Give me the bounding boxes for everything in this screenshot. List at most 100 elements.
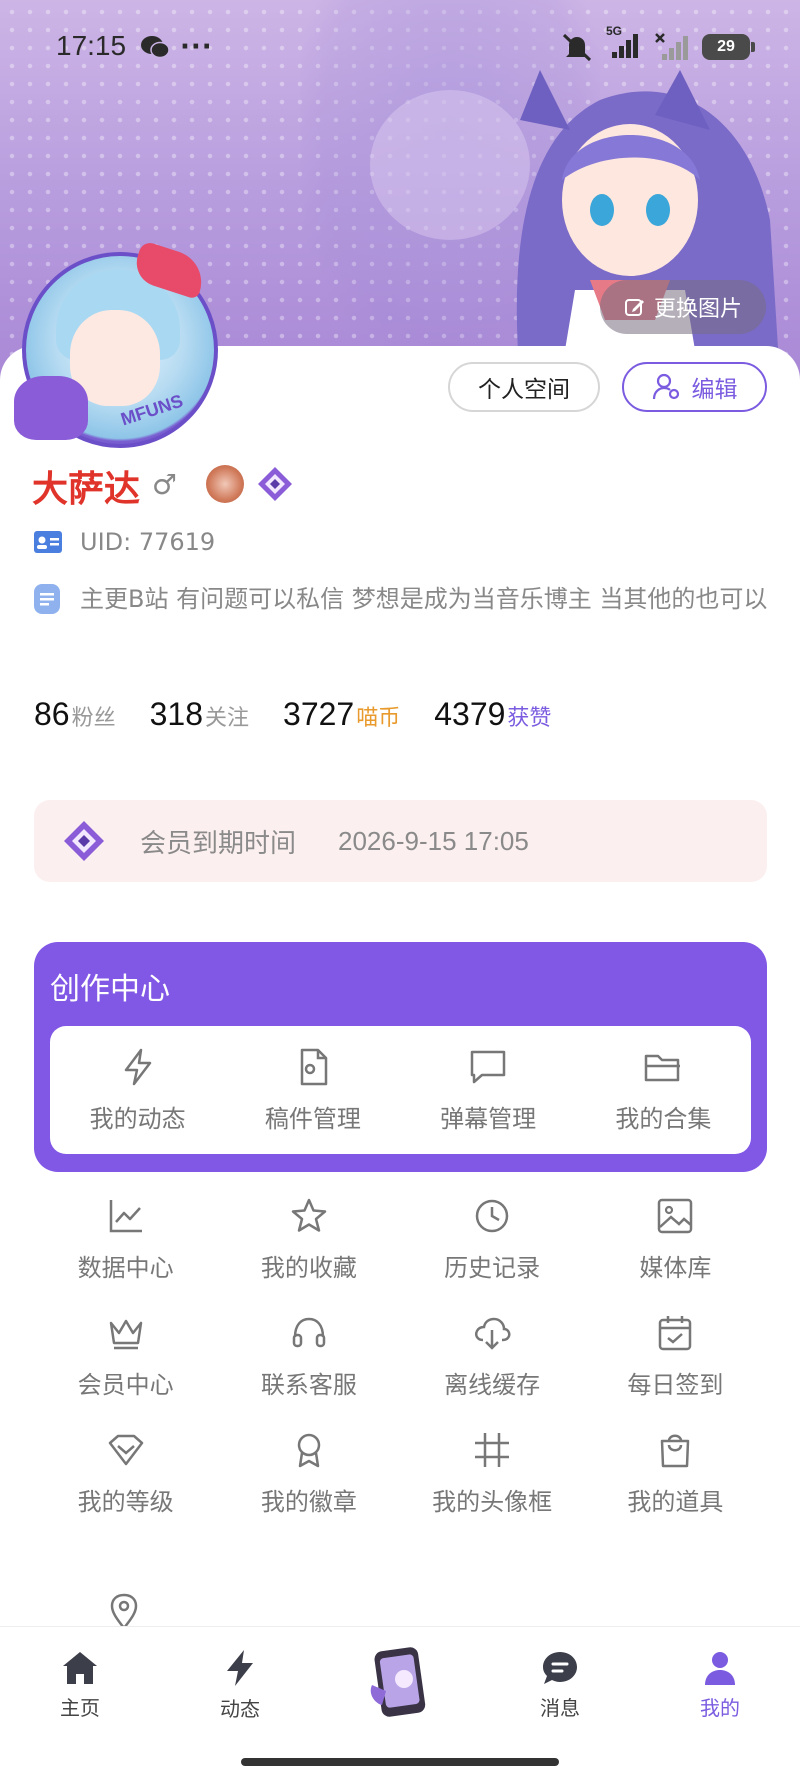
calendar-check-icon [659,1316,692,1351]
home-icon [63,1652,97,1684]
username: 大萨达 [32,469,141,510]
diamond-icon [108,1434,143,1466]
menu-item-my-badges[interactable]: 我的徽章 [217,1430,400,1517]
bottom-nav: 主页 动态 消息 我的 [0,1626,800,1744]
stat-label: 获赞 [507,706,552,731]
stat-following[interactable]: 318 关注 [150,696,249,733]
chart-icon [109,1200,142,1233]
menu-item-vip-center[interactable]: 会员中心 [34,1313,217,1400]
creator-item-collections[interactable]: 我的合集 [576,1026,751,1154]
bio-text: 主更B站 有问题可以私信 梦想是成为当音乐博主 当其他的也可以 [80,585,768,613]
creator-center-title: 创作中心 [50,972,170,1007]
crown-icon [109,1319,142,1350]
menu-item-label: 联系客服 [260,1371,357,1399]
menu-item-label: 我的道具 [627,1488,724,1516]
user-icon [705,1652,735,1685]
vip-diamond-icon [64,821,104,861]
menu-item-label: 数据中心 [77,1254,174,1282]
mute-icon [562,33,592,62]
uid-text: UID: 77619 [80,528,216,556]
nav-center-action[interactable] [320,1627,480,1744]
vip-diamond-icon[interactable] [256,465,294,503]
menu-item-my-level[interactable]: 我的等级 [34,1430,217,1517]
note-icon [34,584,60,614]
id-card-icon [34,531,62,553]
menu-item-favorites[interactable]: 我的收藏 [217,1196,400,1283]
image-icon [658,1198,693,1234]
network-label: 5G [606,24,623,38]
headset-icon [292,1317,326,1348]
home-indicator[interactable] [241,1758,559,1766]
creator-center: 创作中心 我的动态 稿件管理 弹幕管理 我的合集 [34,942,767,1172]
menu-item-data-center[interactable]: 数据中心 [34,1196,217,1283]
level-medal-icon[interactable] [206,465,244,503]
menu-item-label: 我的徽章 [260,1488,357,1516]
stat-likes[interactable]: 4379 获赞 [434,696,551,733]
function-grid: 数据中心 我的收藏 历史记录 媒体库 会员中心 联系客服 离线缓存 每日签到 我… [34,1196,767,1517]
chat-square-icon [470,1050,506,1083]
bolt-icon [124,1048,151,1085]
star-icon [291,1198,327,1232]
menu-item-label: 我的等级 [77,1488,174,1516]
doc-gear-icon [300,1048,328,1085]
vip-expiry-label: 会员到期时间 [140,828,297,859]
stat-coins[interactable]: 3727 喵币 [283,696,400,733]
creator-center-panel: 我的动态 稿件管理 弹幕管理 我的合集 [50,1026,751,1154]
folder-icon [645,1054,681,1081]
bag-icon [661,1434,690,1468]
menu-item-offline-cache[interactable]: 离线缓存 [401,1313,584,1400]
menu-item-history[interactable]: 历史记录 [401,1196,584,1283]
nav-label: 主页 [60,1696,100,1720]
menu-item-customer-service[interactable]: 联系客服 [217,1313,400,1400]
creator-item-manuscripts[interactable]: 稿件管理 [225,1026,400,1154]
menu-item-daily-checkin[interactable]: 每日签到 [584,1313,767,1400]
status-time: 17:15 [56,30,127,61]
menu-item-label: 媒体库 [639,1254,712,1282]
center-phone-icon [370,1646,426,1717]
creator-item-label: 弹幕管理 [440,1104,537,1133]
stat-value: 86 [34,696,70,732]
nav-mine[interactable]: 我的 [640,1627,800,1744]
menu-item-label: 历史记录 [444,1254,541,1282]
nav-home[interactable]: 主页 [0,1627,160,1744]
stat-fans[interactable]: 86 粉丝 [34,696,116,733]
nav-messages[interactable]: 消息 [480,1627,640,1744]
menu-item-label: 会员中心 [77,1371,174,1399]
nav-dynamics[interactable]: 动态 [160,1627,320,1744]
creator-item-danmaku[interactable]: 弹幕管理 [401,1026,576,1154]
creator-item-my-dynamics[interactable]: 我的动态 [50,1026,225,1154]
stat-label: 关注 [205,706,250,731]
uid-row: UID: 77619 [34,528,215,556]
cloud-download-icon [475,1317,511,1350]
stat-label: 喵币 [356,706,401,731]
creator-item-label: 我的动态 [89,1104,186,1133]
vip-expiry-bar[interactable]: 会员到期时间 2026-9-15 17:05 [34,800,767,882]
status-bar: 17:15 ··· 5G 29 [0,20,800,74]
edit-profile-button[interactable]: 编辑 [622,362,767,412]
menu-item-label: 我的收藏 [260,1254,357,1282]
more-dots-icon: ··· [180,32,213,62]
menu-item-my-items[interactable]: 我的道具 [584,1430,767,1517]
vip-expiry-value: 2026-9-15 17:05 [338,825,529,856]
replace-image-label: 更换图片 [653,297,742,322]
user-gear-icon [652,373,679,400]
nav-label: 消息 [540,1696,580,1720]
wechat-icon [141,36,170,59]
signal-off-icon [655,33,688,60]
message-icon [543,1652,577,1684]
hash-icon [475,1433,510,1467]
edit-label: 编辑 [691,377,738,403]
stat-value: 4379 [434,696,506,732]
battery-indicator: 29 [702,34,755,60]
stats-row: 86 粉丝 318 关注 3727 喵币 4379 获赞 [34,696,585,733]
replace-image-button[interactable]: 更换图片 [600,280,766,334]
edit-square-icon [624,299,644,316]
personal-space-button[interactable]: 个人空间 [448,362,600,412]
menu-item-label: 离线缓存 [444,1371,541,1399]
nav-label: 我的 [700,1696,740,1720]
stat-label: 粉丝 [71,706,116,731]
nav-label: 动态 [220,1697,260,1721]
menu-item-media-library[interactable]: 媒体库 [584,1196,767,1283]
avatar-mascot [14,376,88,440]
menu-item-avatar-frame[interactable]: 我的头像框 [401,1430,584,1517]
